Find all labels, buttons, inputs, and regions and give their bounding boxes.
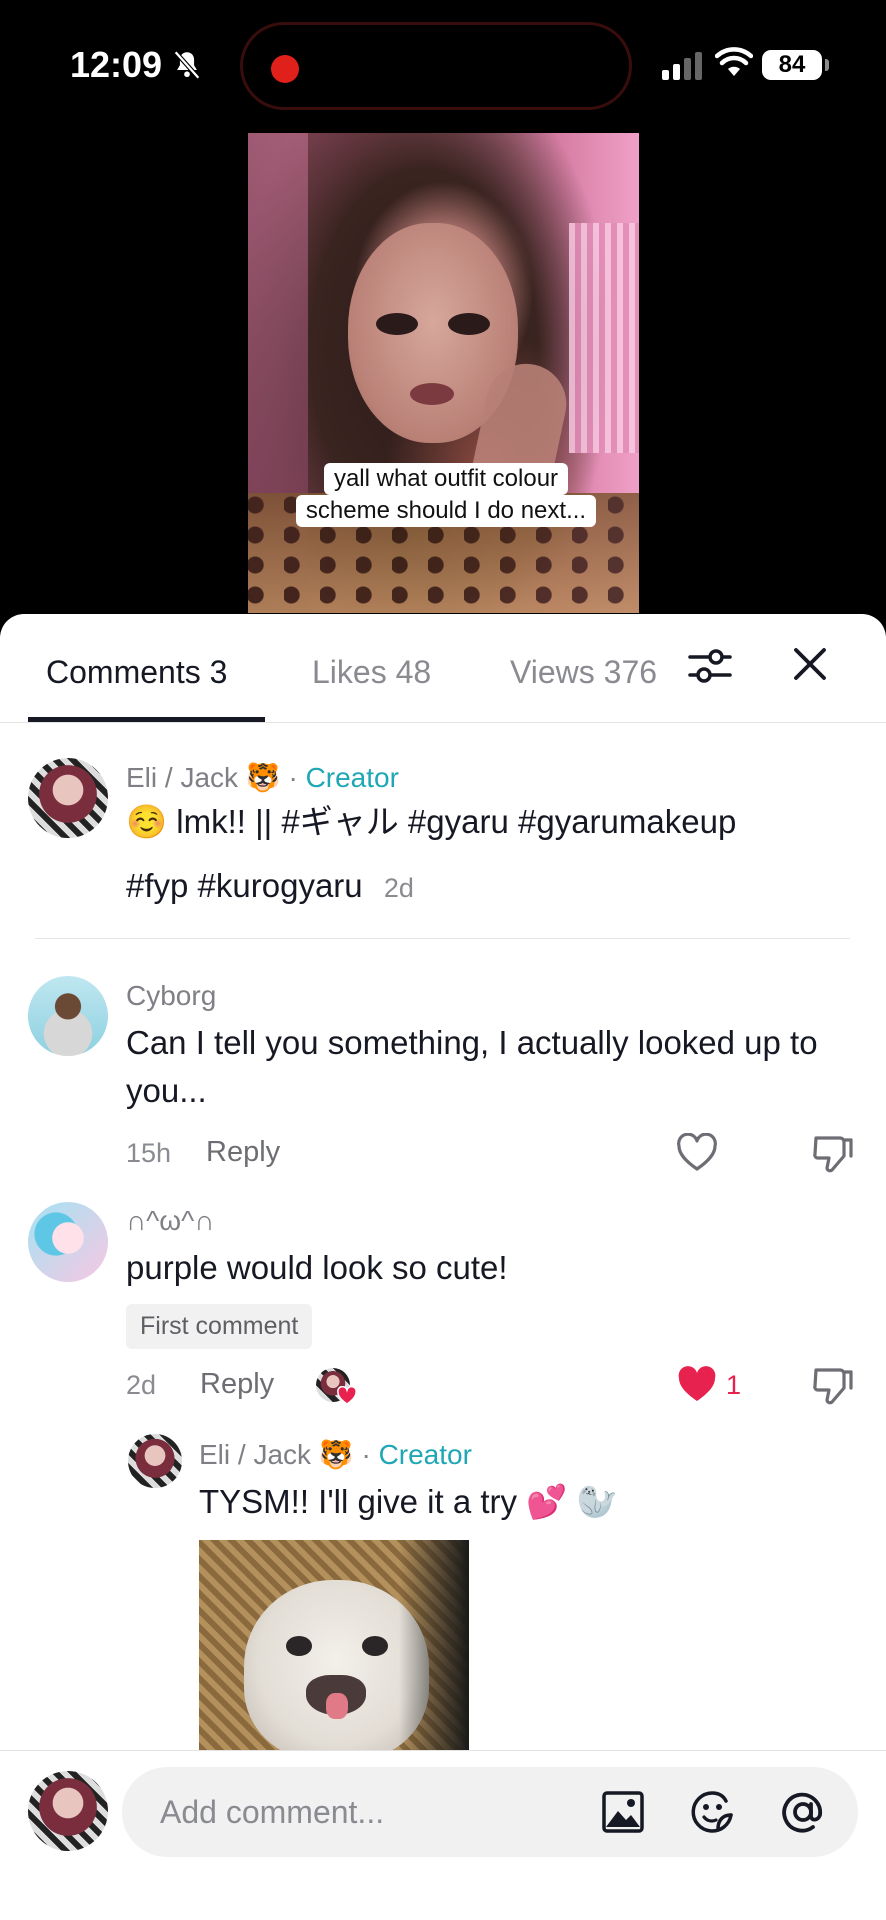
active-tab-indicator: [28, 717, 265, 722]
creator-tag: Creator: [378, 1439, 472, 1470]
reply-username[interactable]: Eli / Jack 🐯: [199, 1439, 354, 1470]
heart-icon: [337, 1386, 357, 1405]
creator-tag: Creator: [305, 762, 399, 793]
reply-header: Eli / Jack 🐯 · Creator: [199, 1439, 472, 1470]
commenter-avatar[interactable]: [28, 976, 108, 1056]
reply-button[interactable]: Reply: [206, 1136, 280, 1169]
creator-post-text-line-1: ☺️ lmk!! || #ギャル #gyaru #gyarumakeup: [126, 803, 737, 840]
video-caption: yall what outfit colour scheme should I …: [270, 463, 622, 527]
battery-indicator: 84: [762, 50, 829, 80]
comment-time: 15h: [126, 1138, 172, 1168]
heart-icon[interactable]: [676, 1133, 718, 1173]
comment-username[interactable]: ∩^ω^∩: [126, 1205, 214, 1237]
creator-post-divider: [35, 938, 850, 939]
caption-line-1: yall what outfit colour: [323, 463, 569, 495]
reply-button[interactable]: Reply: [200, 1368, 274, 1401]
tab-bar: Comments 3 Likes 48 Views 376: [0, 614, 886, 723]
creator-liked-indicator: [316, 1368, 357, 1408]
at-sign-icon[interactable]: [780, 1789, 826, 1835]
cellular-signal-icon: [662, 52, 702, 80]
add-comment-input[interactable]: [160, 1767, 560, 1857]
video-thumbnail[interactable]: [248, 133, 639, 613]
comment-text: Can I tell you something, I actually loo…: [126, 1024, 818, 1109]
close-icon[interactable]: [790, 644, 830, 684]
comment-bar: [0, 1750, 886, 1920]
tab-comments[interactable]: Comments 3: [46, 654, 227, 691]
bell-slash-icon: [173, 50, 201, 80]
wifi-icon: [715, 47, 753, 76]
thumbs-down-icon[interactable]: [812, 1132, 854, 1174]
tab-views[interactable]: Views 376: [510, 654, 660, 691]
emoji-sticker-icon[interactable]: [690, 1789, 736, 1835]
reply-text: TYSM!! I'll give it a try 💕 🦭: [199, 1483, 618, 1520]
dynamic-island: [240, 22, 632, 110]
creator-post-text-line-2: #fyp #kurogyaru 2d: [126, 867, 414, 904]
sliders-icon[interactable]: [688, 644, 732, 688]
first-comment-badge: First comment: [126, 1304, 313, 1349]
like-count: 1: [726, 1370, 742, 1400]
my-avatar: [28, 1771, 108, 1851]
comment-box[interactable]: [122, 1767, 858, 1857]
thumbs-down-icon[interactable]: [812, 1364, 854, 1406]
recording-indicator-icon: [271, 55, 299, 83]
comment-username[interactable]: Cyborg: [126, 980, 216, 1012]
commenter-avatar[interactable]: [28, 1202, 108, 1282]
reply-attached-image[interactable]: [199, 1540, 469, 1750]
tab-likes[interactable]: Likes 48: [312, 654, 431, 691]
status-bar: 12:09 84: [0, 0, 886, 130]
caption-line-2: scheme should I do next...: [295, 495, 597, 527]
comment-time: 2d: [126, 1370, 157, 1400]
image-icon[interactable]: [600, 1789, 646, 1835]
creator-post-header: Eli / Jack 🐯 · Creator: [126, 762, 399, 793]
heart-filled-icon[interactable]: [676, 1365, 718, 1405]
comment-text: purple would look so cute!: [126, 1249, 508, 1286]
reply-avatar[interactable]: [128, 1434, 182, 1488]
creator-post-time: 2d: [383, 873, 414, 903]
creator-avatar[interactable]: [28, 758, 108, 838]
status-time: 12:09: [70, 44, 163, 85]
creator-username[interactable]: Eli / Jack 🐯: [126, 762, 281, 793]
